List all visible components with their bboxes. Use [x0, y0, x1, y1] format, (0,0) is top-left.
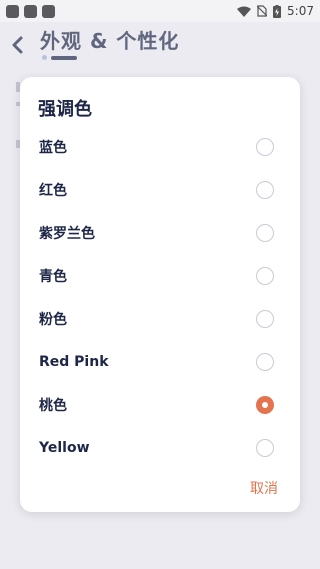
option-label: 粉色	[39, 311, 67, 328]
status-time: 5:07	[287, 4, 314, 18]
dialog-title: 强调色	[38, 99, 92, 120]
option-blue[interactable]: 蓝色	[20, 125, 300, 168]
status-bar: 5:07	[0, 0, 320, 22]
radio-button-selected[interactable]	[256, 395, 274, 414]
option-red[interactable]: 红色	[20, 168, 300, 211]
radio-button[interactable]	[256, 352, 274, 371]
option-label: 蓝色	[39, 139, 67, 156]
notification-icon	[6, 4, 19, 18]
radio-button[interactable]	[256, 266, 274, 285]
option-violet[interactable]: 紫罗兰色	[20, 211, 300, 254]
radio-button[interactable]	[256, 223, 274, 242]
option-label: 桃色	[39, 397, 67, 414]
option-list: 蓝色 红色 紫罗兰色 青色 粉色 Red Pink 桃色 Yellow	[20, 125, 300, 469]
cancel-button[interactable]: 取消	[250, 478, 278, 498]
option-label: 红色	[39, 182, 67, 199]
radio-button[interactable]	[256, 137, 274, 156]
option-label: Red Pink	[39, 353, 109, 370]
wifi-icon	[237, 6, 252, 17]
option-label: 紫罗兰色	[39, 225, 95, 242]
option-yellow[interactable]: Yellow	[20, 426, 300, 469]
battery-charging-icon	[273, 4, 282, 18]
option-red-pink[interactable]: Red Pink	[20, 340, 300, 383]
no-sim-icon	[257, 5, 268, 17]
notification-icon	[42, 4, 55, 18]
option-label: 青色	[39, 268, 67, 285]
option-cyan[interactable]: 青色	[20, 254, 300, 297]
radio-button[interactable]	[256, 438, 274, 457]
option-label: Yellow	[39, 439, 90, 456]
accent-color-dialog: 强调色 蓝色 红色 紫罗兰色 青色 粉色 Red Pink 桃色 Yellow …	[20, 77, 300, 512]
notification-icon	[24, 4, 37, 18]
radio-button[interactable]	[256, 180, 274, 199]
option-pink[interactable]: 粉色	[20, 297, 300, 340]
radio-button[interactable]	[256, 309, 274, 328]
option-peach[interactable]: 桃色	[20, 383, 300, 426]
status-indicators: 5:07	[237, 4, 314, 18]
